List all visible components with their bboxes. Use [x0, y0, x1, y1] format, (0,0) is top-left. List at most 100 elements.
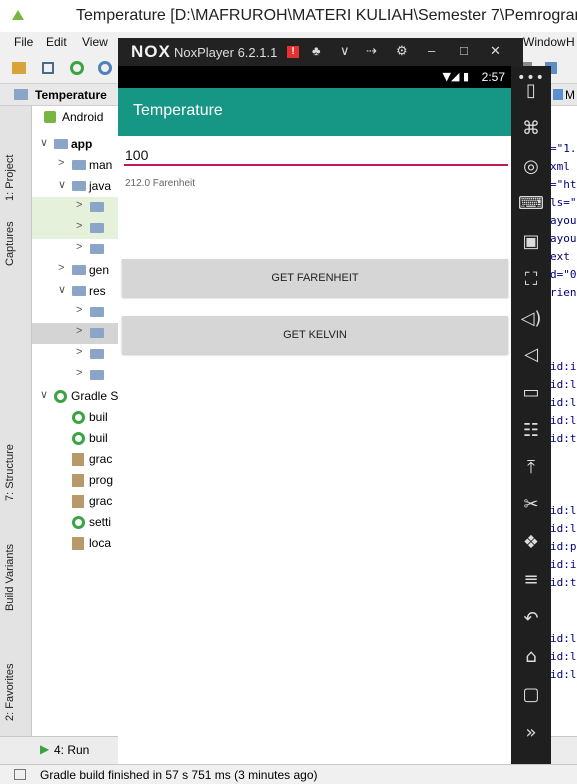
get-kelvin-button[interactable]: GET KELVIN	[122, 316, 508, 354]
collapse-arrow-icon[interactable]: ∨	[58, 178, 66, 191]
collapse-arrow-icon[interactable]: ∨	[40, 136, 48, 149]
folder-icon	[90, 349, 104, 359]
maximize-icon[interactable]: □	[460, 43, 468, 58]
tree-item[interactable]: grac	[32, 491, 122, 512]
tree-item[interactable]: >	[32, 239, 122, 260]
file-icon	[72, 537, 84, 550]
volume-up-icon[interactable]: ◁)	[511, 308, 551, 329]
tree-item[interactable]: loca	[32, 533, 122, 554]
status-text: Gradle build finished in 57 s 751 ms (3 …	[40, 768, 318, 782]
location-icon[interactable]: ◎	[511, 156, 551, 177]
tree-item[interactable]: grac	[32, 449, 122, 470]
chevron-down-icon[interactable]: ∨	[340, 43, 350, 59]
tree-item[interactable]: setti	[32, 512, 122, 533]
home-icon[interactable]: ⌂	[511, 646, 551, 667]
expand-icon[interactable]: »	[511, 722, 551, 743]
pin-icon[interactable]: ⇢	[366, 43, 377, 59]
tree-item[interactable]: > man	[32, 155, 122, 176]
code-line: id:l	[550, 378, 577, 391]
tree-item[interactable]: buil	[32, 428, 122, 449]
tab-project[interactable]: 1: Project	[4, 155, 16, 201]
project-view-selector[interactable]: Android	[62, 110, 103, 124]
tree-item[interactable]: >	[32, 365, 122, 386]
tab-favorites[interactable]: 2: Favorites	[4, 664, 16, 721]
expand-arrow-icon[interactable]: >	[58, 262, 64, 274]
menu-view[interactable]: View	[82, 35, 108, 49]
code-line: rien	[550, 286, 577, 299]
screenshot-icon[interactable]: ▣	[511, 231, 551, 252]
phone-icon[interactable]: ▯	[511, 80, 551, 101]
shake-icon[interactable]: ☷	[511, 420, 551, 441]
tree-item[interactable]: ∨ app	[32, 134, 122, 155]
code-line: id:l	[550, 414, 577, 427]
temperature-input[interactable]	[124, 142, 508, 166]
shirt-icon[interactable]: ♣	[312, 43, 321, 58]
tab-build-variants[interactable]: Build Variants	[4, 544, 16, 611]
expand-arrow-icon[interactable]: >	[76, 346, 82, 358]
tree-item[interactable]: ∨ res	[32, 281, 122, 302]
multi-window-icon[interactable]: ❖	[511, 532, 551, 553]
close-icon[interactable]: ✕	[490, 43, 501, 59]
gradle-icon	[72, 411, 85, 424]
tab-structure[interactable]: 7: Structure	[4, 444, 16, 501]
expand-arrow-icon[interactable]: >	[76, 241, 82, 253]
tree-item[interactable]: prog	[32, 470, 122, 491]
expand-arrow-icon[interactable]: >	[76, 220, 82, 232]
expand-arrow-icon[interactable]: >	[76, 367, 82, 379]
apk-icon[interactable]: ⌘	[511, 118, 551, 139]
fullscreen-icon[interactable]: ⛶	[511, 269, 551, 290]
expand-arrow-icon[interactable]: >	[58, 157, 64, 169]
folder-icon	[72, 160, 86, 170]
tab-captures[interactable]: Captures	[4, 221, 16, 266]
expand-arrow-icon[interactable]: >	[76, 325, 82, 337]
code-line: id:t	[550, 576, 577, 589]
collapse-arrow-icon[interactable]: ∨	[58, 283, 66, 296]
refresh-icon[interactable]	[98, 61, 112, 75]
collapse-arrow-icon[interactable]: ∨	[40, 388, 48, 401]
recents-icon[interactable]: ▢	[511, 684, 551, 705]
cut-icon[interactable]: ✂	[511, 494, 551, 515]
folder-icon	[72, 265, 86, 275]
app-title: Temperature	[133, 102, 223, 119]
editor-tab[interactable]: M	[565, 88, 575, 102]
tree-item[interactable]: >	[32, 323, 122, 344]
menu-edit[interactable]: Edit	[46, 35, 67, 49]
expand-arrow-icon[interactable]: >	[76, 304, 82, 316]
expand-arrow-icon[interactable]: >	[76, 199, 82, 211]
menu-window[interactable]: Window	[523, 35, 566, 49]
code-line: ayou	[550, 214, 577, 227]
menu-help[interactable]: H	[566, 35, 575, 49]
code-line: xml	[550, 160, 570, 173]
code-editor[interactable]: ="1. xml ="ht ls=" ayou ayou ext d="0 rien id:i i…	[548, 106, 577, 736]
keyboard-icon[interactable]: ⌨	[511, 193, 551, 214]
minimize-icon[interactable]: –	[428, 43, 435, 58]
back-icon[interactable]: ↶	[511, 608, 551, 629]
tree-item-label: buil	[89, 431, 108, 445]
tree-item[interactable]: buil	[32, 407, 122, 428]
tree-item[interactable]: >	[32, 218, 122, 239]
tree-item-label: loca	[89, 536, 112, 550]
toolbox-icon[interactable]: ▭	[511, 382, 551, 403]
install-apk-icon[interactable]: ⤒	[511, 457, 551, 478]
tree-item[interactable]: > gen	[32, 260, 122, 281]
nox-window: NOX NoxPlayer 6.2.1.1 ! ♣ ∨ ⇢ ⚙ – □ ✕ ▼◢ ▮ 2:5…	[118, 38, 551, 764]
gradle-icon	[72, 516, 85, 529]
tree-item[interactable]: >	[32, 302, 122, 323]
sync-icon[interactable]	[70, 61, 84, 75]
run-tab[interactable]: 4: Run	[54, 743, 89, 757]
status-panel-icon[interactable]	[14, 769, 26, 780]
tree-item[interactable]: ∨ Gradle S	[32, 386, 122, 407]
breadcrumb-project[interactable]: Temperature	[35, 88, 107, 102]
tree-item[interactable]: >	[32, 197, 122, 218]
open-folder-icon[interactable]	[12, 62, 26, 74]
menu-file[interactable]: File	[14, 35, 33, 49]
gear-icon[interactable]: ⚙	[396, 43, 408, 59]
volume-down-icon[interactable]: ◁	[511, 344, 551, 365]
tree-item[interactable]: >	[32, 344, 122, 365]
get-fahrenheit-button[interactable]: GET FARENHEIT	[122, 259, 508, 297]
menu-icon[interactable]: ≡	[511, 569, 551, 590]
tree-item[interactable]: ∨ java	[32, 176, 122, 197]
file-icon	[72, 453, 84, 466]
save-icon[interactable]	[42, 62, 54, 74]
alert-badge[interactable]: !	[287, 46, 299, 58]
